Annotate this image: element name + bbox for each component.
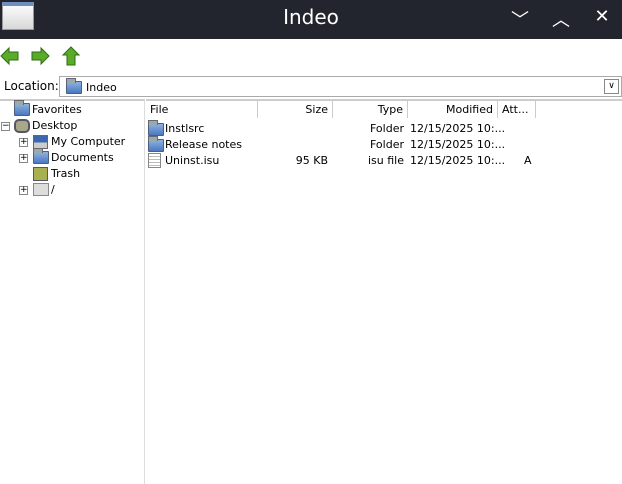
collapse-toggle[interactable]: − <box>1 122 10 131</box>
column-header-attributes[interactable]: Att... <box>498 101 536 118</box>
column-header-size[interactable]: Size <box>258 101 333 118</box>
forward-icon[interactable] <box>30 46 50 66</box>
back-icon[interactable] <box>0 46 20 66</box>
folder-icon <box>148 136 164 152</box>
desktop-icon <box>14 119 30 133</box>
location-dropdown-button[interactable]: ∨ <box>604 79 619 94</box>
close-button[interactable]: ✕ <box>590 6 614 27</box>
minimize-button[interactable]: ﹀ <box>508 6 532 31</box>
location-value: Indeo <box>86 81 117 94</box>
expand-toggle[interactable]: + <box>19 186 28 195</box>
file-list: File Size Type Modified Att... Instlsrc … <box>146 99 622 484</box>
file-row[interactable]: Instlsrc Folder 12/15/2025 10:... <box>146 120 622 136</box>
column-header-file[interactable]: File <box>146 101 258 118</box>
expand-toggle[interactable]: + <box>19 138 28 147</box>
location-input[interactable]: Indeo ∨ <box>59 76 622 97</box>
title-bar: Indeo ﹀ ︿ ✕ <box>0 0 622 39</box>
folder-icon <box>14 100 30 116</box>
column-header-modified[interactable]: Modified <box>408 101 498 118</box>
file-row[interactable]: Release notes Folder 12/15/2025 10:... <box>146 136 622 152</box>
folder-icon <box>66 78 82 94</box>
up-icon[interactable] <box>61 46 81 66</box>
column-header-type[interactable]: Type <box>333 101 408 118</box>
file-row[interactable]: Uninst.isu 95 KB isu file 12/15/2025 10:… <box>146 152 622 168</box>
documents-icon <box>33 148 49 164</box>
trash-icon <box>33 167 48 181</box>
expand-toggle[interactable]: + <box>19 154 28 163</box>
computer-icon <box>33 135 48 149</box>
location-label: Location: <box>4 79 59 93</box>
file-icon <box>148 153 161 168</box>
folder-tree: Favorites − Desktop + My Computer + Docu… <box>0 99 145 484</box>
maximize-button[interactable]: ︿ <box>549 6 573 31</box>
folder-icon <box>148 120 164 136</box>
drive-icon <box>33 183 49 196</box>
